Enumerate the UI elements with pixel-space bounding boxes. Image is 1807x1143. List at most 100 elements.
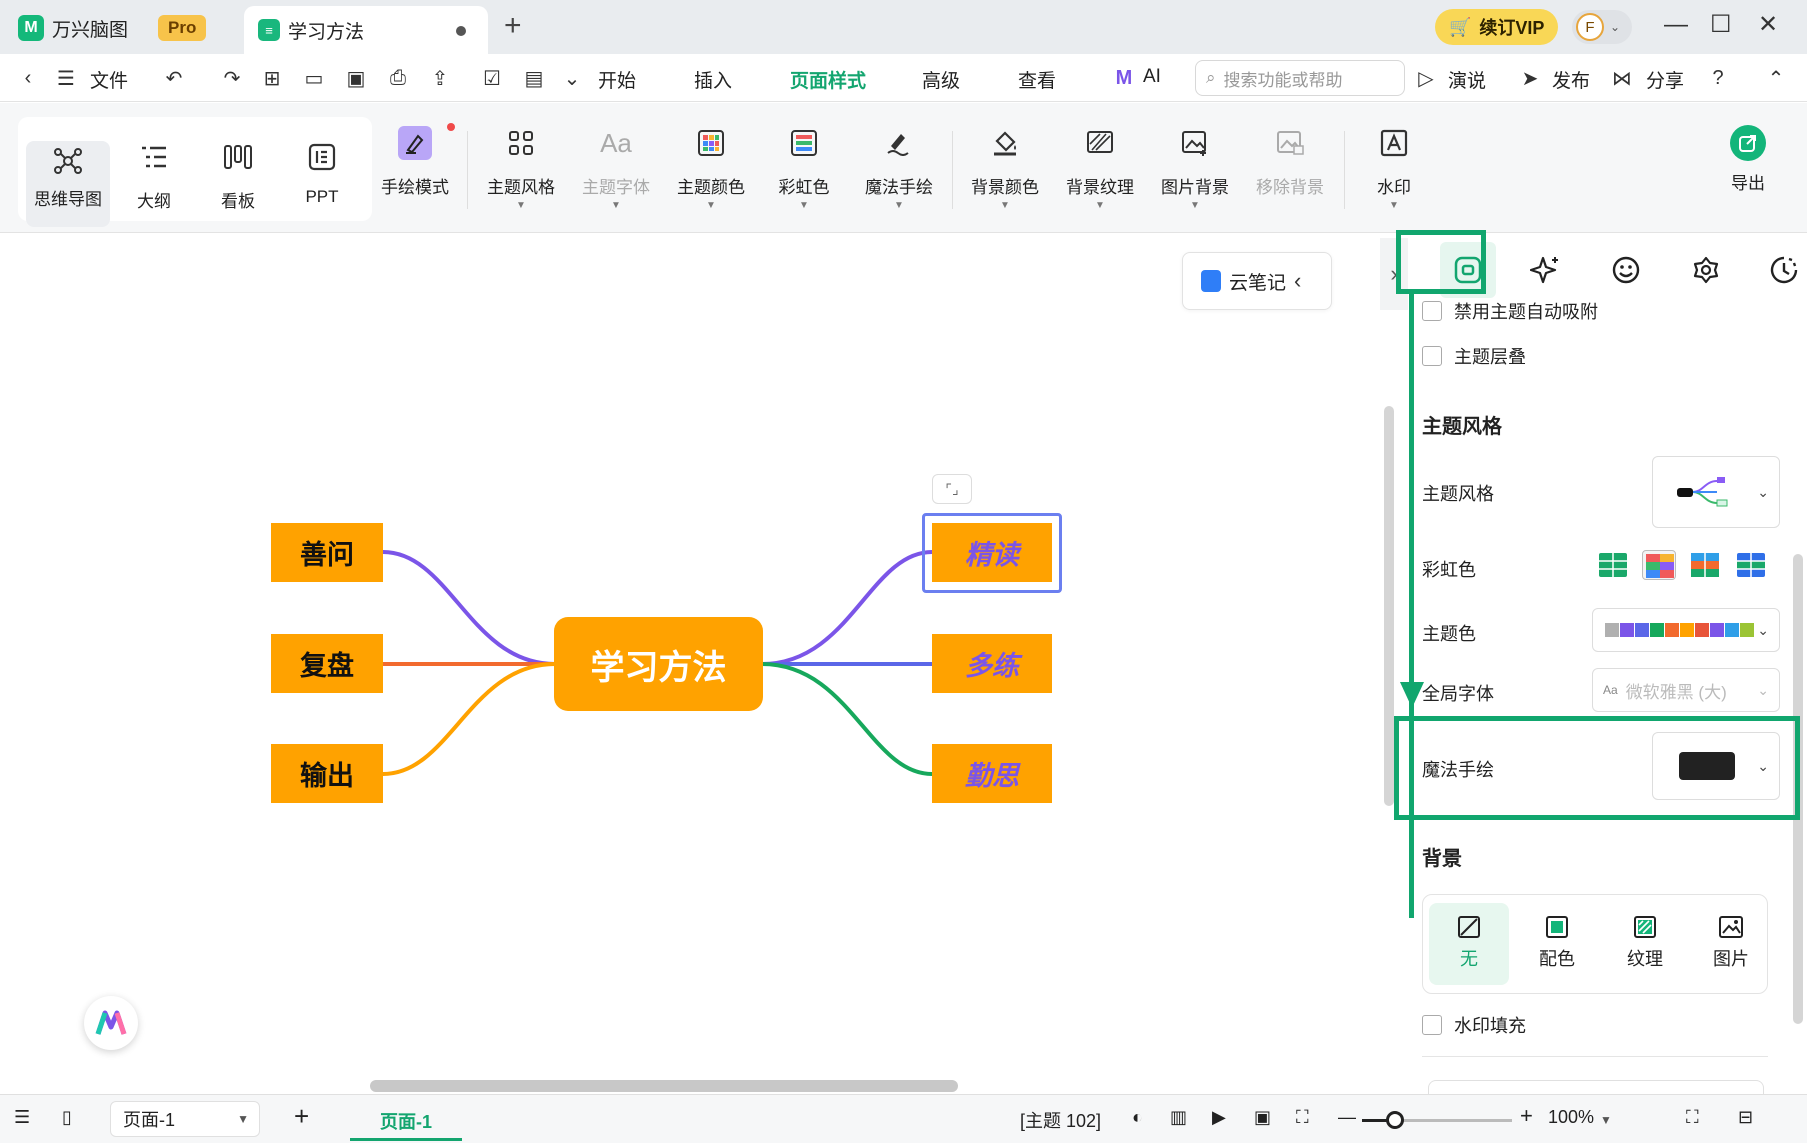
page-select[interactable]: 页面-1 ▼ — [110, 1101, 260, 1137]
view-kanban[interactable]: 看板 — [196, 137, 280, 212]
ai-button[interactable]: AI — [1143, 66, 1161, 88]
export-file-icon[interactable]: ⇪ — [428, 66, 452, 90]
tab-stickers[interactable] — [1598, 242, 1654, 298]
watermark-fill-checkbox[interactable]: 水印填充 — [1422, 1012, 1526, 1038]
disable-auto-snap-checkbox[interactable]: 禁用主题自动吸附 — [1422, 298, 1598, 324]
tab-start[interactable]: 开始 — [598, 66, 636, 93]
tab-page-style[interactable]: 页面样式 — [790, 66, 866, 107]
open-folder-icon[interactable]: ▭ — [302, 66, 326, 90]
document-tab[interactable]: ≡ 学习方法 — [244, 6, 488, 54]
remove-background-button[interactable]: 移除背景 — [1248, 123, 1332, 198]
app-tab[interactable]: M 万兴脑图 Pro — [18, 10, 207, 46]
pro-badge[interactable]: Pro — [158, 15, 207, 41]
sidebar-toggle-icon[interactable]: ⊟ — [1738, 1107, 1753, 1128]
view-ppt[interactable]: PPT — [280, 137, 364, 207]
horizontal-scrollbar[interactable] — [370, 1080, 958, 1092]
play-icon[interactable]: ▷ — [1414, 66, 1438, 90]
unsaved-dot-icon[interactable] — [456, 26, 466, 36]
central-topic[interactable]: 学习方法 — [554, 617, 763, 711]
checklist-icon[interactable]: ☑ — [480, 66, 504, 90]
topic-node-right-3[interactable]: 勤思 — [932, 744, 1052, 803]
tab-view[interactable]: 查看 — [1018, 66, 1056, 93]
account-menu[interactable]: F ⌄ — [1572, 10, 1632, 44]
zoom-out-icon[interactable]: — — [1338, 1107, 1356, 1128]
watermark-button[interactable]: 水印 ▼ — [1352, 123, 1436, 211]
bg-option-image[interactable]: 图片 — [1691, 903, 1771, 985]
zoom-in-icon[interactable]: + — [1520, 1103, 1533, 1129]
print-icon[interactable]: ⎙ — [386, 66, 410, 90]
theme-style-button[interactable]: 主题风格 ▼ — [479, 123, 563, 211]
mindmap-canvas[interactable]: 善问 复盘 输出 学习方法 精读 多练 勤思 ⌜⌟ 云笔记 ‹ — [0, 234, 1370, 1094]
view-mindmap[interactable]: 思维导图 — [26, 141, 110, 227]
menu-icon[interactable]: ☰ — [54, 66, 78, 90]
theme-style-dropdown[interactable]: ⌄ — [1652, 456, 1780, 528]
topic-overlap-checkbox[interactable]: 主题层叠 — [1422, 343, 1526, 369]
bg-option-color[interactable]: 配色 — [1517, 903, 1597, 985]
close-icon[interactable]: ✕ — [1758, 10, 1778, 40]
theme-color-dropdown[interactable]: ⌄ — [1592, 608, 1780, 652]
zoom-slider[interactable] — [1362, 1111, 1512, 1129]
bg-option-texture[interactable]: 纹理 — [1605, 903, 1685, 985]
rainbow-option-4[interactable] — [1734, 550, 1768, 580]
image-background-button[interactable]: 图片背景 ▼ — [1153, 123, 1237, 211]
theme-toggle-icon[interactable]: ◐ — [1132, 1107, 1143, 1128]
rainbow-option-1[interactable] — [1596, 550, 1630, 580]
back-icon[interactable]: ‹ — [16, 66, 40, 90]
ai-logo-icon[interactable]: M — [1112, 66, 1136, 90]
publish-button[interactable]: 发布 — [1552, 66, 1590, 93]
global-font-dropdown[interactable]: Aa 微软雅黑 (大) ⌄ — [1592, 668, 1780, 712]
new-file-icon[interactable]: ⊞ — [260, 66, 284, 90]
outline-view-icon[interactable]: ☰ — [14, 1107, 30, 1128]
bg-option-none[interactable]: 无 — [1429, 903, 1509, 985]
more-chevron-icon[interactable]: ⌄ — [560, 66, 584, 90]
panel-left-scrollbar[interactable] — [1384, 406, 1394, 806]
share-button[interactable]: 分享 — [1646, 66, 1684, 93]
background-color-button[interactable]: 背景颜色 ▼ — [963, 123, 1047, 211]
present-button[interactable]: 演说 — [1448, 66, 1486, 93]
theme-font-button[interactable]: Aa 主题字体 ▼ — [574, 123, 658, 212]
undo-icon[interactable]: ↶ — [162, 66, 186, 90]
search-input[interactable]: ⌕ 搜索功能或帮助 — [1195, 60, 1405, 96]
maximize-icon[interactable]: ☐ — [1710, 10, 1732, 40]
topic-node-right-2[interactable]: 多练 — [932, 634, 1052, 693]
tab-theme[interactable] — [1678, 242, 1734, 298]
redo-icon[interactable]: ↷ — [220, 66, 244, 90]
fit-screen-icon[interactable]: ⛶ — [1296, 1107, 1309, 1128]
rainbow-option-2[interactable] — [1642, 550, 1676, 580]
theme-color-button[interactable]: 主题颜色 ▼ — [669, 123, 753, 211]
zoom-slider-handle[interactable] — [1386, 1111, 1404, 1129]
panel-toggle-icon[interactable]: ▯ — [62, 1107, 72, 1128]
file-menu[interactable]: 文件 — [90, 66, 128, 93]
cloud-note-button[interactable]: 云笔记 ‹ — [1182, 252, 1332, 310]
caret-down-icon[interactable]: ▼ — [1600, 1113, 1612, 1127]
rainbow-option-3[interactable] — [1688, 550, 1722, 580]
view-outline[interactable]: 大纲 — [112, 137, 196, 212]
topic-node-left-2[interactable]: 复盘 — [271, 634, 383, 693]
topic-node-left-1[interactable]: 善问 — [271, 523, 383, 582]
hand-drawn-mode-button[interactable]: 手绘模式 — [373, 123, 457, 198]
tab-history[interactable] — [1756, 242, 1807, 298]
share-icon[interactable]: ⋈ — [1610, 66, 1634, 90]
tab-ai-style[interactable] — [1518, 242, 1574, 298]
topic-node-left-3[interactable]: 输出 — [271, 744, 383, 803]
fullscreen-icon[interactable]: ⛶ — [1686, 1107, 1699, 1128]
rainbow-color-button[interactable]: 彩虹色 ▼ — [762, 123, 846, 211]
publish-icon[interactable]: ➤ — [1518, 66, 1542, 90]
export-button[interactable]: 导出 — [1706, 123, 1790, 194]
book-view-icon[interactable]: ▥ — [1170, 1107, 1187, 1128]
collapse-ribbon-icon[interactable]: ⌃ — [1764, 66, 1788, 90]
topic-node-right-1[interactable]: 精读 — [932, 523, 1052, 582]
ai-assistant-button[interactable] — [84, 996, 138, 1050]
play-slides-icon[interactable]: ▶ — [1212, 1107, 1226, 1128]
minimize-icon[interactable]: — — [1664, 10, 1688, 40]
magic-draw-button[interactable]: 魔法手绘 ▼ — [857, 123, 941, 211]
background-texture-button[interactable]: 背景纹理 ▼ — [1058, 123, 1142, 211]
save-as-icon[interactable]: ▤ — [522, 66, 546, 90]
help-icon[interactable]: ? — [1706, 66, 1730, 90]
tab-advanced[interactable]: 高级 — [922, 66, 960, 93]
page-tab-1[interactable]: 页面-1 — [350, 1101, 462, 1141]
new-tab-button[interactable]: + — [504, 10, 522, 42]
zoom-level[interactable]: 100% — [1548, 1107, 1594, 1128]
tab-insert[interactable]: 插入 — [694, 66, 732, 93]
collapse-node-button[interactable]: ⌜⌟ — [932, 474, 972, 504]
